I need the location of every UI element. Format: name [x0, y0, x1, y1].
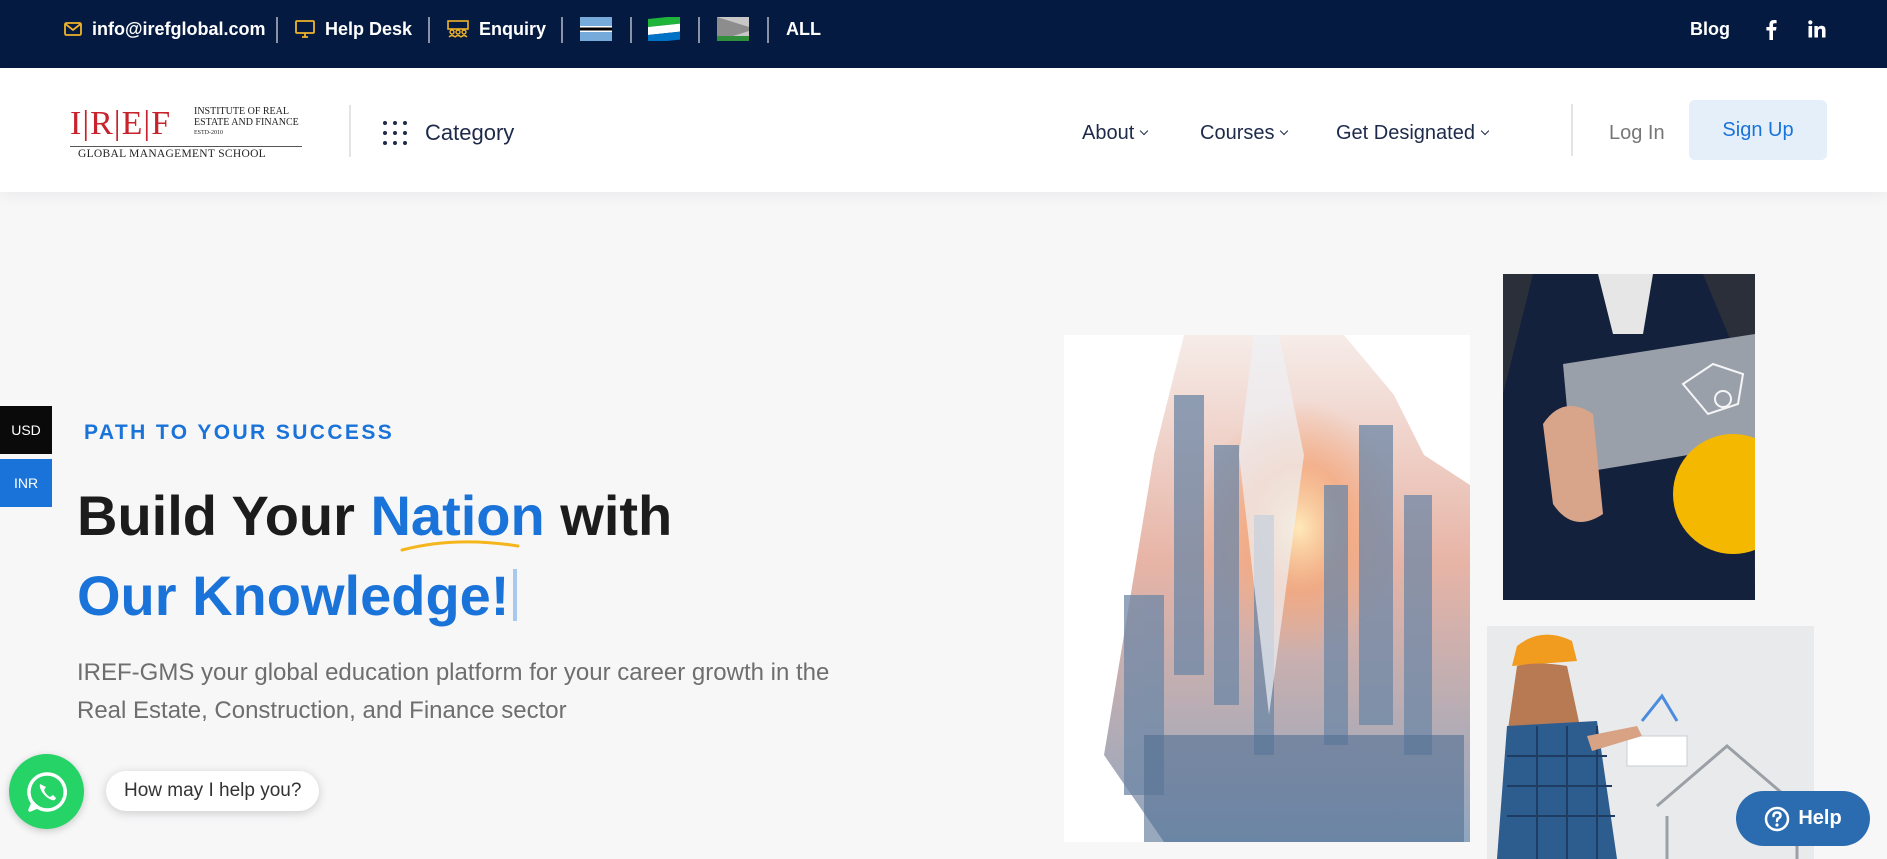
- divider: [698, 17, 700, 43]
- heading-highlight-wrap: Nation: [370, 476, 545, 556]
- currency-inr-button[interactable]: INR: [0, 459, 52, 507]
- logo-school-text: GLOBAL MANAGEMENT SCHOOL: [78, 148, 267, 160]
- engineer-tablet-image: [1503, 274, 1755, 600]
- divider: [561, 17, 563, 43]
- nav-get-designated-label: Get Designated: [1336, 121, 1475, 144]
- flag-sierra-leone-icon[interactable]: [648, 17, 680, 41]
- logo-institute-text: INSTITUTE OF REAL ESTATE AND FINANCE EST…: [194, 106, 299, 139]
- heading-text: Build Your: [77, 484, 371, 547]
- enquiry-text: Enquiry: [479, 18, 547, 39]
- chevron-down-icon: [1140, 126, 1149, 136]
- email-link[interactable]: info@irefglobal.com: [64, 0, 266, 58]
- helpdesk-text: Help Desk: [325, 18, 413, 39]
- facebook-icon[interactable]: [1765, 19, 1777, 40]
- main-header: I|R|E|F INSTITUTE OF REAL ESTATE AND FIN…: [0, 68, 1887, 192]
- logo-line2: ESTATE AND FINANCE: [194, 117, 299, 128]
- blog-text: Blog: [1690, 18, 1730, 39]
- typing-cursor: [513, 569, 518, 621]
- email-text: info@irefglobal.com: [92, 18, 266, 39]
- logo-estd: ESTD-2010: [194, 130, 223, 136]
- group-icon: [447, 20, 469, 38]
- logo-letters: I|R|E|F: [70, 105, 172, 142]
- nav-about-label: About: [1082, 121, 1135, 144]
- help-button[interactable]: Help: [1736, 791, 1870, 846]
- hero-heading-line2: Our Knowledge!: [77, 556, 672, 636]
- blog-link[interactable]: Blog: [1690, 0, 1730, 58]
- nav-about[interactable]: About: [1082, 116, 1149, 150]
- divider: [767, 17, 769, 43]
- logo-line1: INSTITUTE OF REAL: [194, 106, 289, 117]
- grid-dots-icon: [383, 121, 407, 145]
- heading-text: with: [544, 484, 673, 547]
- linkedin-icon[interactable]: [1808, 20, 1826, 38]
- monitor-icon: [295, 20, 315, 38]
- top-bar: info@irefglobal.com Help Desk Enquiry AL…: [0, 0, 1887, 68]
- help-label: Help: [1798, 807, 1842, 829]
- flag-grey-icon[interactable]: [717, 17, 749, 41]
- region-all-link[interactable]: ALL: [786, 0, 821, 58]
- currency-usd-button[interactable]: USD: [0, 406, 52, 454]
- hero-description: IREF-GMS your global education platform …: [77, 659, 830, 724]
- hero-kicker: PATH TO YOUR SUCCESS: [84, 421, 395, 444]
- chat-prompt-bubble[interactable]: How may I help you?: [106, 771, 320, 811]
- iref-logo[interactable]: I|R|E|F INSTITUTE OF REAL ESTATE AND FIN…: [70, 105, 305, 160]
- header-divider: [1571, 104, 1573, 156]
- chevron-down-icon: [1280, 126, 1289, 136]
- hero-heading: Build Your Nation with Our Knowledge!: [77, 476, 672, 636]
- category-label: Category: [425, 120, 515, 145]
- question-circle-icon: [1765, 806, 1790, 831]
- region-all-text: ALL: [786, 18, 821, 39]
- hero-heading-line1: Build Your Nation with: [77, 476, 672, 556]
- nav-courses-label: Courses: [1200, 121, 1275, 144]
- chevron-down-icon: [1480, 126, 1490, 136]
- divider: [276, 17, 278, 43]
- businessman-city-image: [1064, 335, 1470, 842]
- whatsapp-icon: [26, 771, 67, 812]
- heading-highlight: Nation: [370, 484, 545, 547]
- nav-get-designated[interactable]: Get Designated: [1336, 116, 1490, 150]
- flag-botswana-icon[interactable]: [580, 17, 612, 41]
- enquiry-link[interactable]: Enquiry: [447, 0, 546, 58]
- underline-swoosh: [400, 540, 520, 552]
- logo-rule: [70, 146, 302, 147]
- divider: [630, 17, 632, 43]
- login-link[interactable]: Log In: [1609, 116, 1665, 150]
- helpdesk-link[interactable]: Help Desk: [295, 0, 412, 58]
- category-menu[interactable]: Category: [383, 116, 514, 150]
- header-divider: [349, 105, 351, 157]
- mail-icon: [64, 22, 82, 36]
- whatsapp-button[interactable]: [9, 754, 84, 829]
- divider: [428, 17, 430, 43]
- nav-courses[interactable]: Courses: [1200, 116, 1289, 150]
- signup-button[interactable]: Sign Up: [1689, 100, 1827, 160]
- heading-line2-text: Our Knowledge!: [77, 564, 510, 627]
